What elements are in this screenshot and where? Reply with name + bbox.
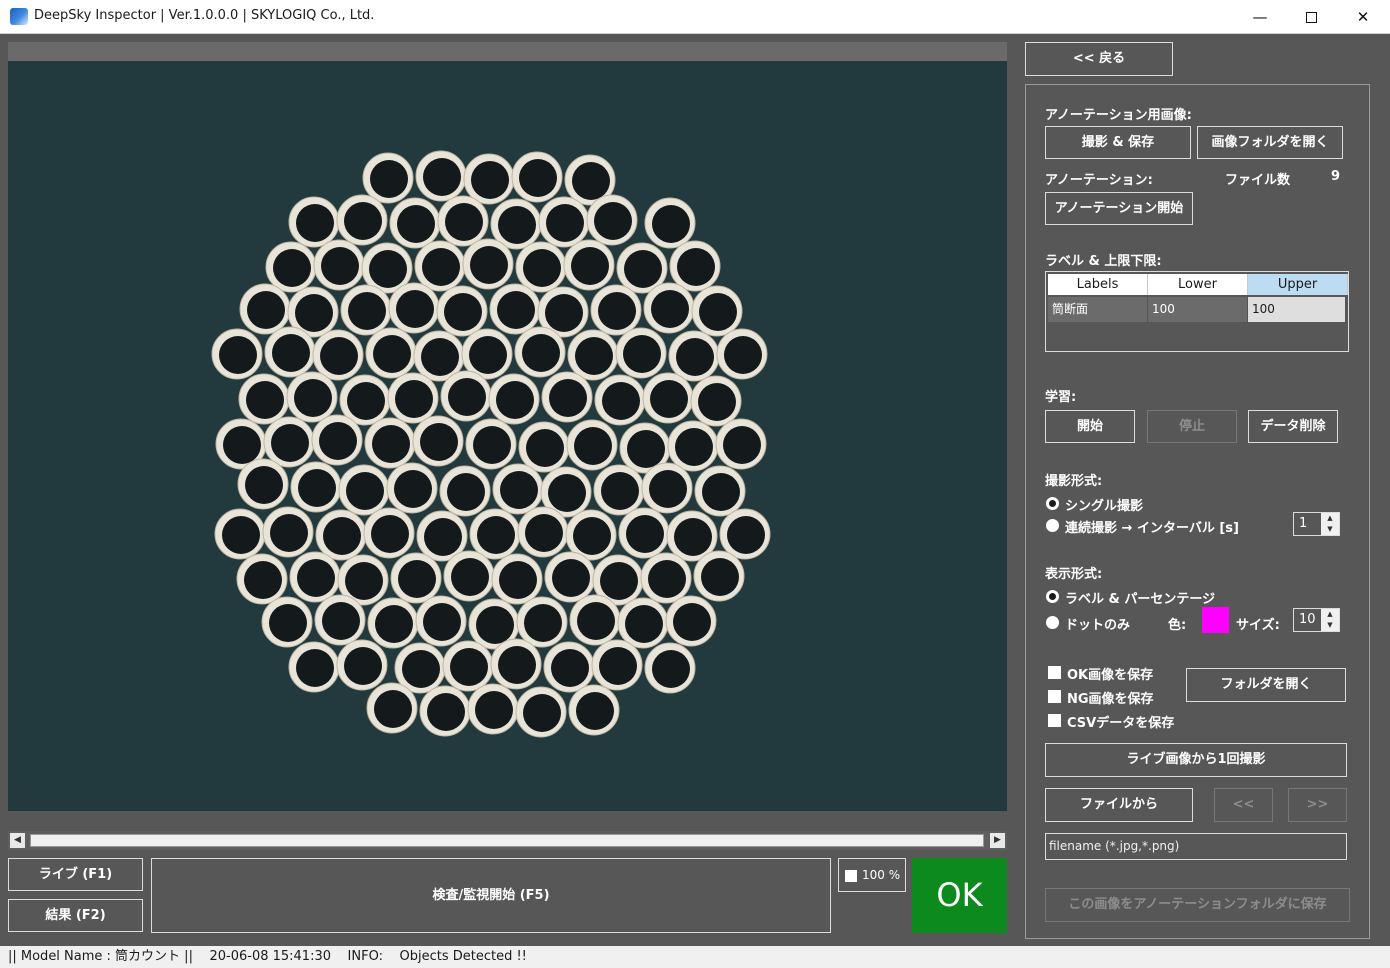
status-bar: || Model Name : 筒カウント || 20-06-08 15:41:… — [0, 946, 1390, 968]
live-button[interactable]: ライブ (F1) — [8, 858, 143, 891]
save-ok-label: OK画像を保存 — [1067, 668, 1154, 683]
label-percent-radio[interactable] — [1046, 590, 1059, 603]
maximize-button[interactable] — [1288, 0, 1334, 34]
zoom-checkbox[interactable] — [845, 870, 857, 882]
app-logo-icon — [10, 8, 28, 25]
limits-label: ラベル & 上限下限: — [1045, 254, 1162, 269]
horizontal-scrollbar[interactable]: ◀ ▶ — [8, 831, 1007, 850]
limits-table[interactable]: Labels Lower Upper 筒断面 100 100 — [1045, 271, 1349, 352]
open-folder-button[interactable]: フォルダを開く — [1186, 668, 1346, 702]
file-count-label: ファイル数 — [1225, 173, 1291, 188]
result-button[interactable]: 結果 (F2) — [8, 899, 143, 932]
table-header[interactable]: Labels — [1048, 274, 1148, 295]
window-title: DeepSky Inspector | Ver.1.0.0.0 | SKYLOG… — [34, 8, 375, 23]
scroll-right-icon[interactable]: ▶ — [990, 833, 1005, 848]
interval-stepper[interactable]: 1 ▲ ▼ — [1293, 512, 1340, 536]
live-capture-once-button[interactable]: ライブ画像から1回撮影 — [1045, 743, 1347, 777]
learn-stop-button[interactable]: 停止 — [1147, 410, 1237, 443]
save-to-annotation-folder-button[interactable]: この画像をアノーテーションフォルダに保存 — [1045, 888, 1350, 922]
scroll-left-icon[interactable]: ◀ — [10, 833, 25, 848]
back-button[interactable]: << 戻る — [1025, 42, 1173, 76]
continuous-capture-label: 連続撮影 → インターバル [s] — [1065, 521, 1239, 536]
delete-data-button[interactable]: データ削除 — [1248, 410, 1338, 443]
learning-label: 学習: — [1045, 390, 1077, 405]
save-ng-checkbox[interactable] — [1048, 690, 1061, 703]
minimize-button[interactable]: — — [1237, 0, 1283, 34]
from-file-button[interactable]: ファイルから — [1045, 788, 1193, 822]
dot-only-label: ドットのみ — [1065, 618, 1131, 633]
spin-up-icon[interactable]: ▲ — [1321, 513, 1339, 524]
spin-up-icon[interactable]: ▲ — [1321, 609, 1339, 620]
verdict-indicator: OK — [912, 858, 1007, 933]
title-bar: DeepSky Inspector | Ver.1.0.0.0 | SKYLOG… — [0, 0, 1390, 34]
file-count-value: 9 — [1331, 169, 1341, 184]
capture-save-button[interactable]: 撮影 & 保存 — [1045, 126, 1191, 159]
size-stepper[interactable]: 10 ▲ ▼ — [1293, 608, 1340, 632]
dot-color-swatch[interactable] — [1202, 607, 1229, 633]
save-csv-label: CSVデータを保存 — [1067, 716, 1175, 731]
table-cell[interactable]: 100 — [1248, 297, 1346, 322]
viewer-header-strip — [8, 42, 1007, 61]
annotation-label: アノーテーション: — [1045, 173, 1153, 188]
open-image-folder-button[interactable]: 画像フォルダを開く — [1197, 126, 1343, 159]
size-value: 10 — [1299, 612, 1316, 627]
single-capture-label: シングル撮影 — [1065, 499, 1144, 514]
continuous-capture-radio[interactable] — [1046, 519, 1059, 532]
table-cell[interactable]: 筒断面 — [1048, 297, 1148, 322]
learn-start-button[interactable]: 開始 — [1045, 410, 1135, 443]
camera-image-view[interactable] — [8, 61, 1007, 811]
prev-image-button[interactable]: << — [1214, 788, 1273, 822]
save-ok-checkbox[interactable] — [1048, 666, 1061, 679]
label-percent-label: ラベル & パーセンテージ — [1065, 592, 1216, 607]
size-label: サイズ: — [1236, 618, 1280, 633]
scroll-thumb[interactable] — [30, 834, 984, 847]
stepper-arrows[interactable]: ▲ ▼ — [1321, 513, 1339, 535]
color-label: 色: — [1168, 618, 1187, 633]
filename-input[interactable]: filename (*.jpg,*.png) — [1045, 833, 1347, 860]
table-cell[interactable]: 100 — [1148, 297, 1248, 322]
spin-down-icon[interactable]: ▼ — [1321, 620, 1339, 631]
stepper-arrows[interactable]: ▲ ▼ — [1321, 609, 1339, 631]
table-header[interactable]: Upper — [1248, 274, 1348, 295]
spin-down-icon[interactable]: ▼ — [1321, 524, 1339, 535]
maximize-icon — [1305, 12, 1317, 23]
zoom-toggle[interactable]: 100 % — [838, 858, 906, 892]
save-csv-checkbox[interactable] — [1048, 714, 1061, 727]
save-ng-label: NG画像を保存 — [1067, 692, 1154, 707]
next-image-button[interactable]: >> — [1288, 788, 1347, 822]
close-button[interactable]: ✕ — [1340, 0, 1386, 34]
single-capture-radio[interactable] — [1046, 497, 1059, 510]
capture-mode-label: 撮影形式: — [1045, 474, 1103, 489]
dot-only-radio[interactable] — [1046, 616, 1059, 629]
display-mode-label: 表示形式: — [1045, 567, 1103, 582]
start-annotation-button[interactable]: アノーテーション開始 — [1045, 192, 1193, 225]
zoom-value: 100 % — [862, 868, 901, 882]
start-inspection-button[interactable]: 検査/監視開始 (F5) — [151, 858, 831, 933]
interval-value: 1 — [1299, 516, 1308, 531]
pipe-bundle-image — [211, 150, 771, 738]
table-header[interactable]: Lower — [1148, 274, 1248, 295]
annotation-image-label: アノーテーション用画像: — [1045, 108, 1192, 123]
